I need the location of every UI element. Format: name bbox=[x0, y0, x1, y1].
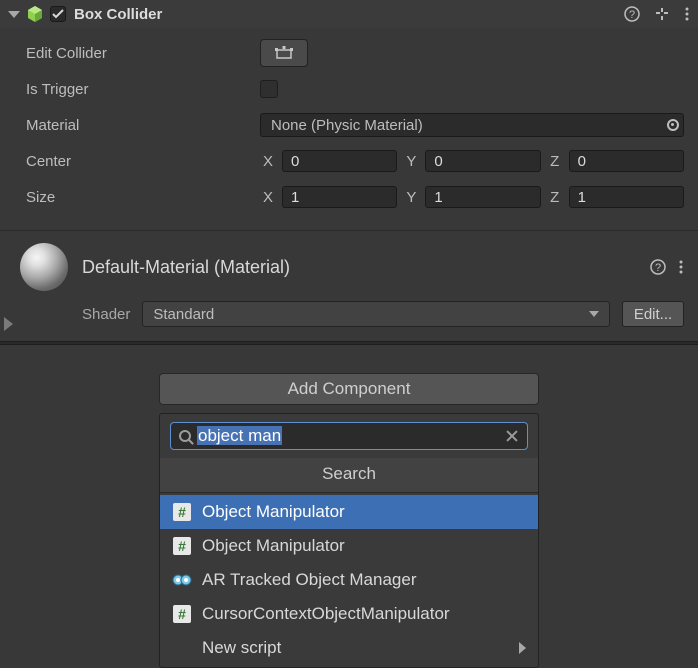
help-icon[interactable]: ? bbox=[650, 259, 666, 275]
component-enabled-checkbox[interactable] bbox=[50, 6, 66, 22]
script-icon: # bbox=[173, 503, 191, 521]
axis-y-label: Y bbox=[403, 153, 419, 170]
script-icon: # bbox=[173, 605, 191, 623]
physic-material-field[interactable]: None (Physic Material) bbox=[260, 113, 684, 137]
preset-icon[interactable] bbox=[654, 6, 670, 22]
object-picker-icon[interactable] bbox=[667, 119, 679, 131]
script-icon: # bbox=[173, 537, 191, 555]
more-icon[interactable] bbox=[684, 6, 690, 22]
add-component-popup: object man Search # Object Manipulator #… bbox=[159, 413, 539, 668]
edit-collider-button[interactable] bbox=[260, 39, 308, 67]
search-result-item[interactable]: # CursorContextObjectManipulator bbox=[160, 597, 538, 631]
more-icon[interactable] bbox=[678, 259, 684, 275]
blank-icon bbox=[172, 638, 192, 658]
axis-y-label: Y bbox=[403, 189, 419, 206]
search-icon bbox=[179, 430, 191, 442]
material-title: Default-Material (Material) bbox=[82, 257, 290, 278]
size-z-field[interactable]: 1 bbox=[569, 186, 684, 208]
shader-label: Shader bbox=[82, 306, 130, 323]
edit-collider-label: Edit Collider bbox=[26, 45, 260, 62]
search-result-label: CursorContextObjectManipulator bbox=[202, 604, 526, 624]
search-result-item[interactable]: AR Tracked Object Manager bbox=[160, 563, 538, 597]
size-x-field[interactable]: 1 bbox=[282, 186, 397, 208]
center-label: Center bbox=[26, 153, 260, 170]
help-icon[interactable]: ? bbox=[624, 6, 640, 22]
edit-shader-button[interactable]: Edit... bbox=[622, 301, 684, 327]
material-foldout-icon[interactable] bbox=[4, 317, 13, 331]
shader-dropdown[interactable]: Standard bbox=[142, 301, 610, 327]
component-search-input[interactable]: object man bbox=[170, 422, 528, 450]
foldout-toggle[interactable] bbox=[8, 11, 20, 18]
box-collider-icon bbox=[26, 5, 44, 23]
new-script-label: New script bbox=[202, 638, 509, 658]
svg-text:?: ? bbox=[629, 9, 635, 21]
add-component-button[interactable]: Add Component bbox=[159, 373, 539, 405]
search-result-item[interactable]: # Object Manipulator bbox=[160, 529, 538, 563]
material-preview-icon bbox=[20, 243, 68, 291]
axis-z-label: Z bbox=[547, 153, 563, 170]
center-x-field[interactable]: 0 bbox=[282, 150, 397, 172]
chevron-down-icon bbox=[589, 311, 599, 317]
center-y-field[interactable]: 0 bbox=[425, 150, 540, 172]
size-y-field[interactable]: 1 bbox=[425, 186, 540, 208]
size-label: Size bbox=[26, 189, 260, 206]
axis-x-label: X bbox=[260, 189, 276, 206]
svg-text:?: ? bbox=[655, 262, 661, 274]
axis-x-label: X bbox=[260, 153, 276, 170]
popup-header: Search bbox=[160, 458, 538, 493]
ar-icon bbox=[172, 570, 192, 590]
physic-material-value: None (Physic Material) bbox=[271, 117, 423, 134]
axis-z-label: Z bbox=[547, 189, 563, 206]
search-result-item[interactable]: # Object Manipulator bbox=[160, 495, 538, 529]
chevron-right-icon bbox=[519, 642, 526, 654]
new-script-item[interactable]: New script bbox=[160, 631, 538, 665]
search-result-label: Object Manipulator bbox=[202, 536, 526, 556]
component-title: Box Collider bbox=[74, 6, 624, 23]
shader-value: Standard bbox=[153, 306, 214, 323]
clear-search-icon[interactable] bbox=[505, 429, 519, 443]
center-z-field[interactable]: 0 bbox=[569, 150, 684, 172]
is-trigger-label: Is Trigger bbox=[26, 81, 260, 98]
search-result-label: AR Tracked Object Manager bbox=[202, 570, 526, 590]
search-text-value: object man bbox=[197, 426, 499, 446]
search-result-label: Object Manipulator bbox=[202, 502, 526, 522]
is-trigger-checkbox[interactable] bbox=[260, 80, 278, 98]
material-label: Material bbox=[26, 117, 260, 134]
